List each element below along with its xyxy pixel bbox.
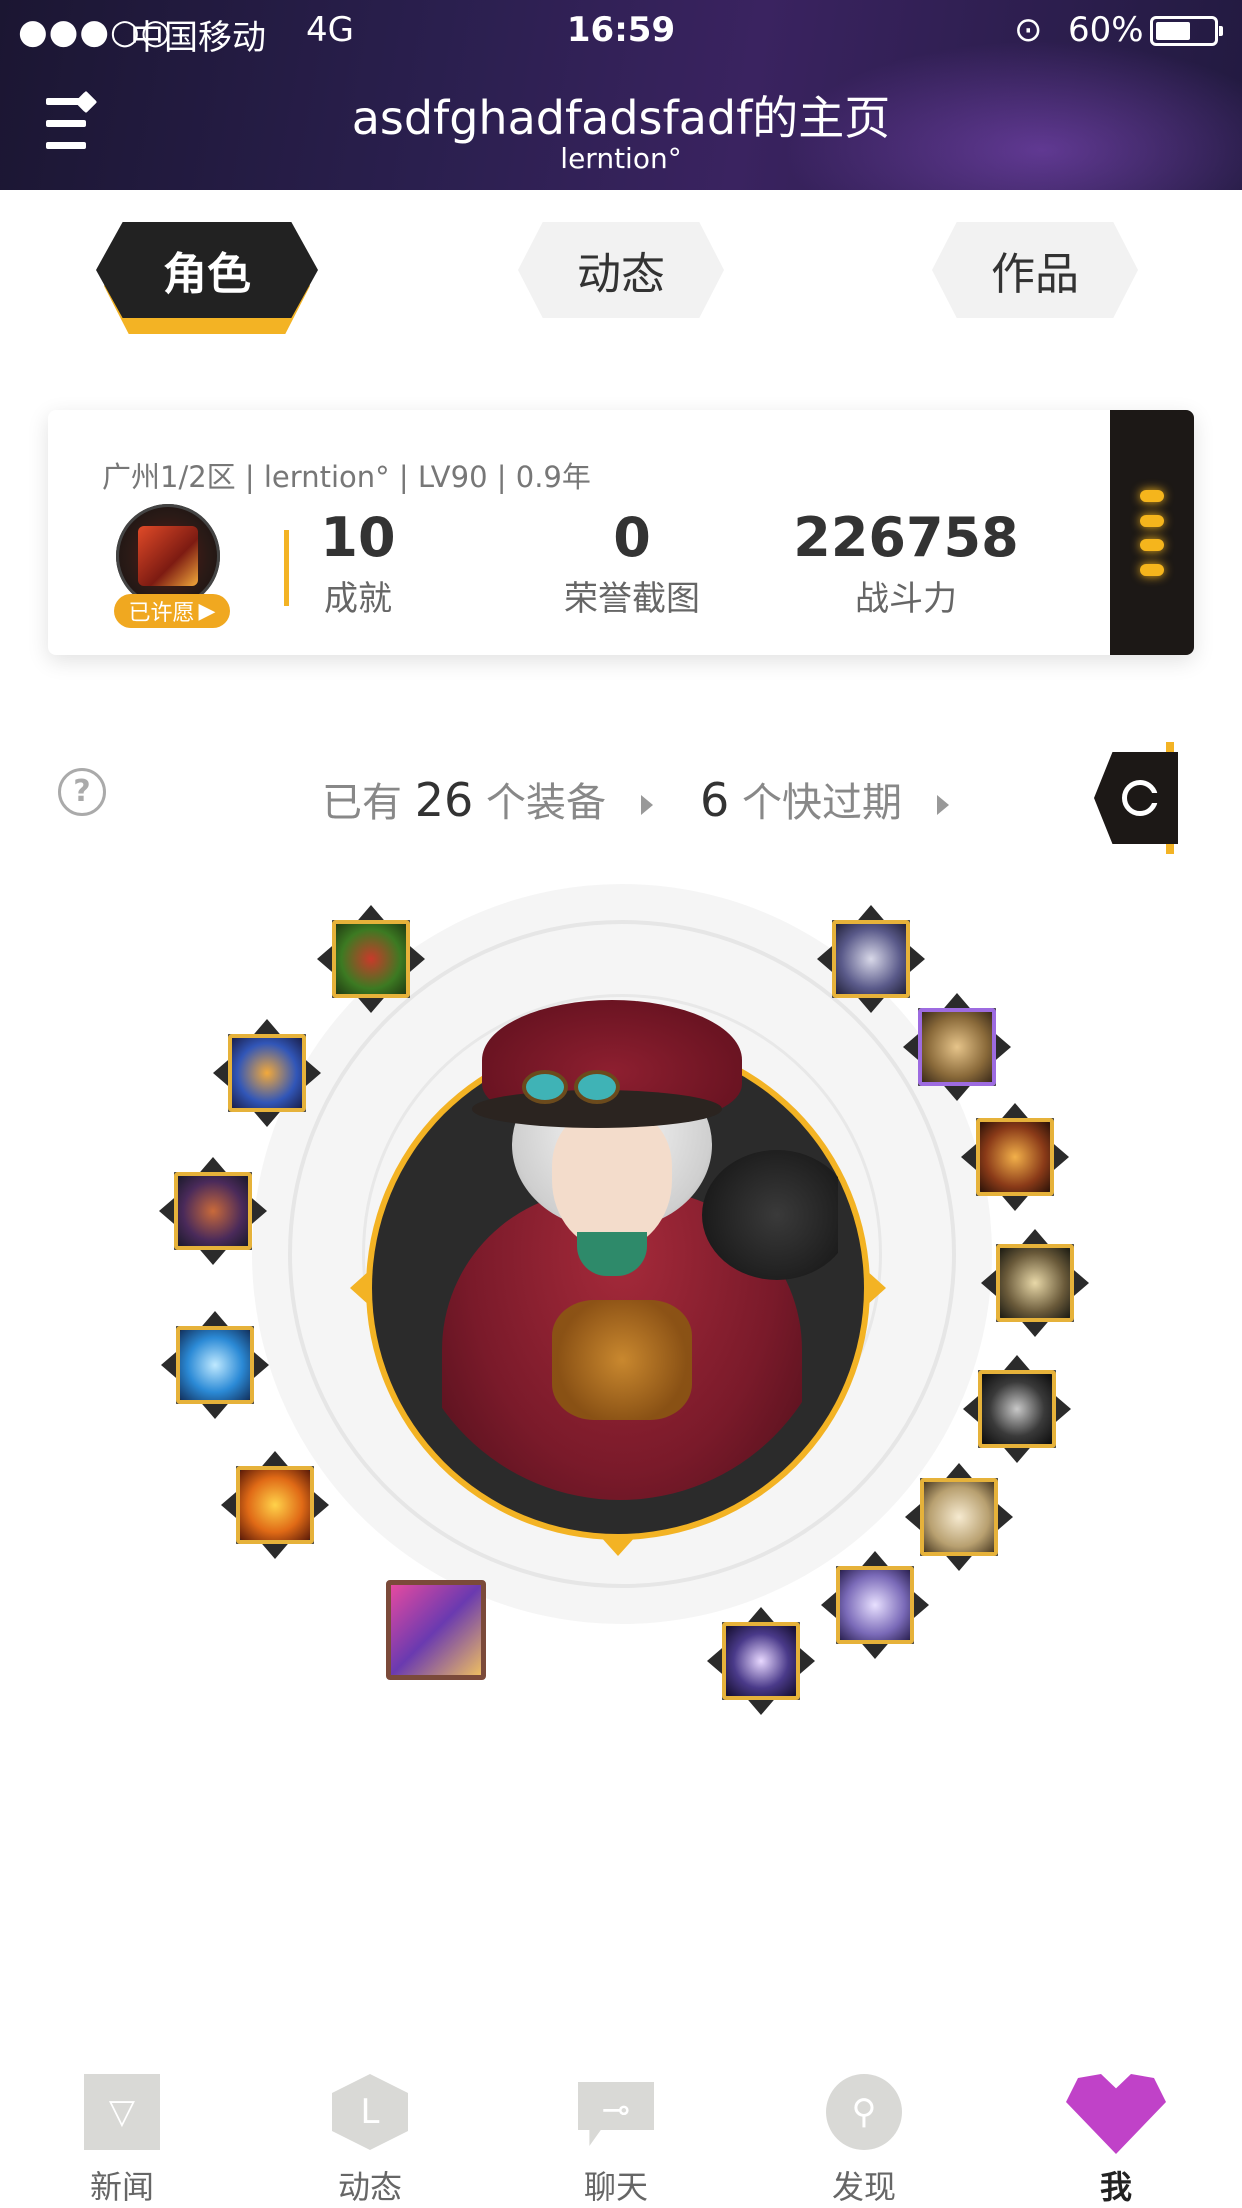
stat-label: 成就 (324, 579, 392, 619)
equipment-slot[interactable] (161, 1311, 269, 1419)
profile-meta: 广州1/2区 | lerntion° | LV90 | 0.9年 (102, 460, 591, 494)
stat-value: 226758 (793, 506, 1019, 569)
rotation-lock-icon: ⊙ (1014, 10, 1043, 50)
chevron-right-icon (640, 795, 653, 815)
wish-badge-label: 已许愿 (128, 601, 195, 626)
tab-character-label: 角色 (163, 249, 251, 300)
nav-discover[interactable]: ⚲ 发现 (764, 2068, 964, 2208)
equipment-slot[interactable] (213, 1019, 321, 1127)
feed-icon: L (332, 2074, 408, 2150)
stat-honor-screenshots[interactable]: 0 荣誉截图 (502, 506, 762, 620)
equipment-slot[interactable] (981, 1229, 1089, 1337)
stat-label: 战斗力 (855, 579, 957, 619)
profile-card: 广州1/2区 | lerntion° | LV90 | 0.9年 已许愿 ▶ 1… (48, 410, 1194, 655)
owned-suffix: 个装备 (485, 780, 606, 826)
battery-percent: 60% (1068, 10, 1144, 50)
avatar[interactable] (116, 504, 220, 608)
nav-label: 聊天 (583, 2168, 648, 2206)
nav-label: 发现 (831, 2168, 896, 2206)
owned-count: 26 (414, 773, 474, 827)
equipment-slot[interactable] (159, 1157, 267, 1265)
help-icon[interactable]: ? (58, 768, 106, 816)
owned-prefix: 已有 (322, 780, 402, 826)
expiring-suffix: 个快过期 (742, 780, 902, 826)
me-heart-icon (1066, 2074, 1166, 2154)
stat-value: 10 (320, 506, 396, 569)
nav-label: 我 (1099, 2168, 1132, 2206)
stat-combat-power[interactable]: 226758 战斗力 (776, 506, 1036, 620)
status-bar: ●●●○○ 中国移动 4G 16:59 ⊙ 60% (0, 0, 1242, 62)
nav-label: 新闻 (89, 2168, 154, 2206)
more-dots-icon (1140, 490, 1164, 576)
page-subtitle: lerntion° (560, 142, 682, 175)
nav-label: 动态 (337, 2168, 402, 2206)
stat-achievements[interactable]: 10 成就 (228, 506, 488, 620)
stat-value: 0 (613, 506, 651, 569)
nav-news[interactable]: ▽ 新闻 (22, 2068, 222, 2208)
nav-me[interactable]: 我 (1016, 2068, 1216, 2208)
tab-feed-label: 动态 (577, 249, 665, 300)
expiring-count: 6 (700, 773, 730, 827)
equipment-slot[interactable] (707, 1607, 815, 1715)
equipment-slot[interactable] (903, 993, 1011, 1101)
tab-character[interactable]: 角色 (96, 222, 318, 334)
refresh-icon (1122, 780, 1159, 816)
equipment-slot[interactable] (905, 1463, 1013, 1571)
news-icon: ▽ (84, 2074, 160, 2150)
tab-feed[interactable]: 动态 (518, 222, 724, 318)
equipment-slot[interactable] (821, 1551, 929, 1659)
tab-works-label: 作品 (991, 249, 1079, 300)
owned-equipment-link[interactable]: 已有 26 个装备 (322, 770, 653, 828)
chevron-right-icon (936, 795, 949, 815)
equipment-slot[interactable] (221, 1451, 329, 1559)
nav-chat[interactable]: ⊸ 聊天 (516, 2068, 716, 2208)
expiring-equipment-link[interactable]: 6 个快过期 (700, 770, 949, 828)
switch-character-button[interactable] (1094, 752, 1178, 844)
stat-label: 荣誉截图 (564, 579, 700, 619)
equipment-slot[interactable] (963, 1355, 1071, 1463)
nav-feed[interactable]: L 动态 (270, 2068, 470, 2208)
header-bar: ●●●○○ 中国移动 4G 16:59 ⊙ 60% asdfghadfadsfa… (0, 0, 1242, 190)
status-time: 16:59 (566, 10, 676, 50)
equipment-slot[interactable] (961, 1103, 1069, 1211)
tab-works[interactable]: 作品 (932, 222, 1138, 318)
card-side-handle[interactable] (1110, 410, 1194, 655)
chat-icon: ⊸ (578, 2082, 654, 2146)
equipment-slot[interactable] (317, 905, 425, 1013)
page-title: asdfghadfadsfadf的主页 (351, 91, 891, 145)
equipment-slot[interactable] (817, 905, 925, 1013)
character-portrait[interactable] (402, 1000, 838, 1500)
discover-icon: ⚲ (826, 2074, 902, 2150)
equipment-slot[interactable] (386, 1580, 486, 1680)
battery-icon (1150, 16, 1223, 46)
bottom-nav: ▽ 新闻 L 动态 ⊸ 聊天 ⚲ 发现 我 (0, 2068, 1242, 2208)
play-arrow-icon: ▶ (198, 598, 216, 624)
wish-badge[interactable]: 已许愿 ▶ (114, 594, 230, 628)
